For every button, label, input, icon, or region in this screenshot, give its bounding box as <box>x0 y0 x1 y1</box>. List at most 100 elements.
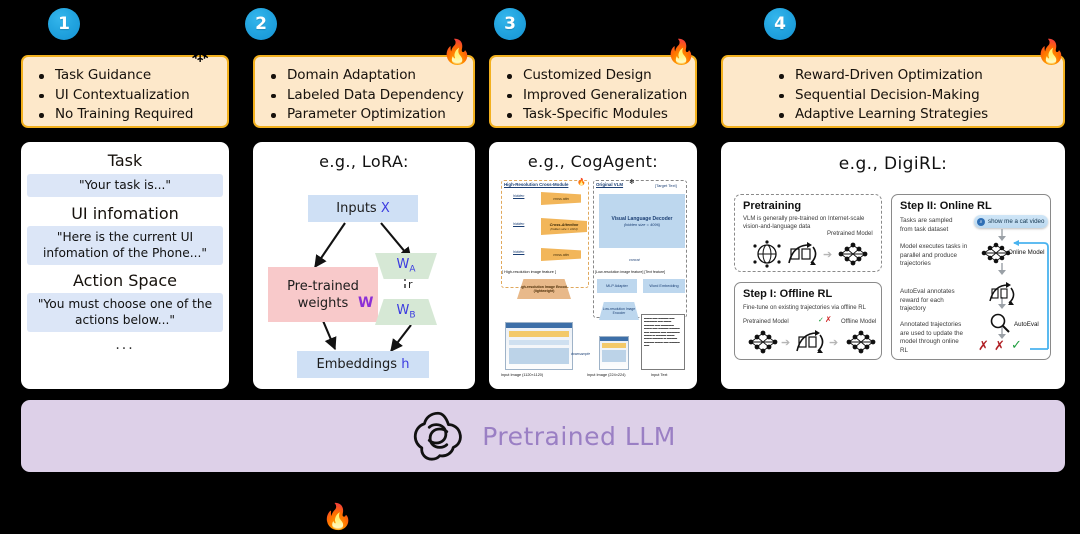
bullet-item: Parameter Optimization <box>265 105 463 125</box>
pretrained-llm-label: Pretrained LLM <box>482 421 676 451</box>
digirl-offline-body: Fine-tune on existing trajectories via o… <box>743 305 866 311</box>
lora-rank-label: r <box>408 278 413 291</box>
prompt-heading-action-space: Action Space <box>73 270 177 290</box>
bullet-item: Adaptive Learning Strategies <box>773 105 1053 125</box>
pretrained-llm-bar: Pretrained LLM <box>21 400 1065 472</box>
fire-icon: 🔥 <box>1036 38 1066 66</box>
digirl-online-card: Step II: Online RL Tasks are sampled fro… <box>891 194 1051 360</box>
cogagent-mlp-adapter: MLP Adapter <box>597 279 637 293</box>
cogagent-downsample-label: downsample <box>571 352 591 356</box>
cogagent-concat-label: concat <box>629 258 640 262</box>
legend-snowflake-icon: ❄ <box>30 503 51 532</box>
lora-pretrained-variable: W <box>358 295 374 311</box>
header-box-prompting-list: Task Guidance UI Contextualization No Tr… <box>33 66 217 125</box>
prompt-heading-task: Task <box>107 151 143 170</box>
digirl-offline-card: Step I: Offline RL Fine-tune on existing… <box>734 282 882 360</box>
bullet-item: Task Guidance <box>33 66 217 86</box>
cogagent-low-res-feature-label: [Low-resolution image feature] [Text fea… <box>595 270 666 274</box>
digirl-pretraining-graphic: ➔ <box>753 240 868 268</box>
bullet-item: Reward-Driven Optimization <box>773 66 1053 86</box>
snowflake-icon: ❄ <box>629 178 635 186</box>
lora-title: e.g., LoRA: <box>319 152 409 171</box>
digirl-pretraining-body: VLM is generally pre-trained on Internet… <box>743 216 865 230</box>
fire-icon: 🔥 <box>442 38 472 66</box>
fire-icon: 🔥 <box>666 38 696 66</box>
digirl-mark-2: ✓ <box>1011 338 1022 353</box>
openai-logo-icon <box>414 411 463 461</box>
prompt-value-task: "Your task is..." <box>27 174 223 197</box>
digirl-online-step-2: AutoEval annotates reward for each traje… <box>900 288 955 312</box>
header-box-rl-list: Reward-Driven Optimization Sequential De… <box>773 66 1053 125</box>
digirl-pretrained-model-label: Pretrained Model <box>827 231 873 237</box>
step-badge-4: 4 <box>764 8 796 40</box>
bullet-item: Improved Generalization <box>501 86 687 106</box>
header-box-fine-tuning-list: Domain Adaptation Labeled Data Dependenc… <box>265 66 464 125</box>
cogagent-visual-language-decoder: Visual Language Decoder (hidden size = 4… <box>599 194 685 248</box>
cogagent-caption-2: Input Text <box>651 373 668 377</box>
search-icon: ⌕ <box>977 217 985 226</box>
digirl-mark-1: ✗ <box>994 339 1005 354</box>
digirl-offline-left-label: Pretrained Model <box>743 319 789 325</box>
digirl-task-chip-label: show me a cat video <box>988 218 1045 225</box>
lora-adapter-b-label: WB <box>396 303 416 321</box>
digirl-pretraining-heading: Pretraining <box>743 200 802 212</box>
panel-prompting: Task "Your task is..." UI infomation "He… <box>21 142 229 389</box>
step-badge-1-label: 1 <box>58 13 70 34</box>
digirl-online-heading: Step II: Online RL <box>900 200 992 212</box>
step-badge-1: 1 <box>48 8 80 40</box>
header-box-reinforcement-learning: Reward-Driven Optimization Sequential De… <box>721 55 1065 128</box>
svg-text:➔: ➔ <box>781 337 790 349</box>
cogagent-hidden-3: hidden <box>513 250 525 254</box>
step-badge-3-label: 3 <box>504 13 516 34</box>
cogagent-hidden-1: hidden <box>513 194 525 198</box>
digirl-offline-graphic: ➔ ➔ <box>748 330 876 354</box>
cogagent-target-text-label: [Target Text] <box>655 183 677 188</box>
cogagent-title: e.g., CogAgent: <box>527 152 659 171</box>
header-box-architecture-list: Customized Design Improved Generalizatio… <box>501 66 687 125</box>
lora-inputs-variable: X <box>380 201 390 216</box>
cogagent-input-text-block: ▬▬▬ ▬▬ ▬▬▬▬ ▬▬ ▬▬▬▬▬ ▬▬ ▬▬▬ ▬▬▬▬ ▬▬ ▬▬▬▬… <box>641 314 685 370</box>
digirl-offline-cross: ✗ <box>825 315 832 324</box>
digirl-pretraining-card: Pretraining VLM is generally pre-trained… <box>734 194 882 272</box>
prompt-ellipsis: ... <box>115 336 135 353</box>
bullet-item: Labeled Data Dependency <box>265 86 464 106</box>
panel-lora: e.g., LoRA: Inputs X Pre-trained weights <box>253 142 475 389</box>
step-badge-2-label: 2 <box>255 13 267 34</box>
step-badge-2: 2 <box>245 8 277 40</box>
digirl-mark-0: ✗ <box>978 339 989 354</box>
bullet-item: Sequential Decision-Making <box>773 86 1053 106</box>
digirl-offline-check: ✓ <box>818 316 824 324</box>
cogagent-word-embedding: Word Embedding <box>643 279 685 293</box>
cogagent-hidden-2: hidden <box>513 222 525 226</box>
digirl-title: e.g., DigiRL: <box>838 154 948 174</box>
prompt-value-ui-information: "Here is the current UI infomation of th… <box>27 225 223 265</box>
bullet-item: Domain Adaptation <box>265 66 463 86</box>
lora-adapter-a-label: WA <box>396 257 416 275</box>
cogagent-high-res-encoder: High-resolution Image Encoder (lightweig… <box>517 279 571 299</box>
cogagent-input-image-large <box>505 322 573 370</box>
cogagent-vlm-title: Original VLM <box>596 182 624 187</box>
step-badge-3: 3 <box>494 8 526 40</box>
legend-fire-icon: 🔥 <box>322 502 354 531</box>
cogagent-input-image-small <box>599 336 629 370</box>
lora-inputs-box: Inputs X <box>308 195 418 222</box>
svg-text:➔: ➔ <box>829 337 838 349</box>
bullet-item: Customized Design <box>501 66 685 86</box>
lora-adapter-a: WA <box>375 253 437 279</box>
cogagent-caption-0: Input Image (1120×1120) <box>501 373 544 377</box>
digirl-online-model-label: Online Model <box>1008 249 1045 256</box>
prompt-heading-ui-information: UI infomation <box>71 203 179 223</box>
lora-inputs-label: Inputs <box>336 201 377 216</box>
digirl-offline-right-label: Offline Model <box>841 319 877 325</box>
bullet-item: Task-Specific Modules <box>501 105 685 125</box>
prompt-value-action-space: "You must choose one of the actions belo… <box>27 292 223 332</box>
step-badge-4-label: 4 <box>774 13 786 34</box>
cogagent-decoder-subtitle: (hidden size = 4096) <box>623 221 661 227</box>
cogagent-low-res-encoder: Low-resolution Image Encoder <box>599 302 639 320</box>
lora-embeddings-label: Embeddings <box>316 357 398 372</box>
cogagent-figure: High-Resolution Cross-Module 🔥 Original … <box>489 174 697 386</box>
digirl-offline-heading: Step I: Offline RL <box>743 288 833 300</box>
figure-root: 1 2 3 4 Task Guidance UI Contextualizati… <box>0 0 1080 534</box>
panel-cogagent: e.g., CogAgent: High-Resolution Cross-Mo… <box>489 142 697 389</box>
digirl-online-step-1: Model executes tasks in parallel and pro… <box>900 243 968 267</box>
